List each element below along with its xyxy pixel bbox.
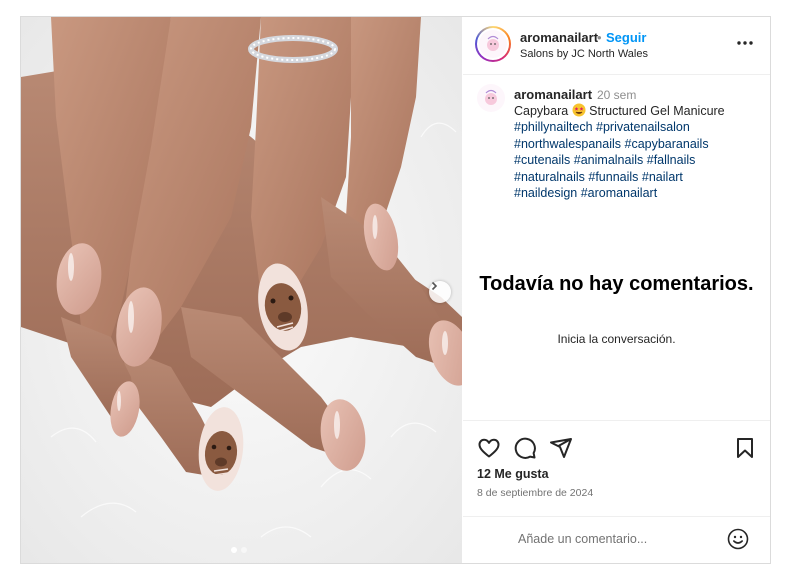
hashtag-link[interactable]: #naturalnails	[514, 170, 585, 184]
comment-bar	[463, 516, 770, 563]
location-link[interactable]: Salons by JC North Wales	[520, 48, 648, 60]
post-side-panel: aromanailart • Seguir Salons by JC North…	[463, 17, 770, 563]
hashtag-link[interactable]: #nailart	[642, 170, 683, 184]
likes-count[interactable]: 12 Me gusta	[477, 467, 549, 481]
paper-plane-icon[interactable]	[549, 436, 573, 460]
hashtag-line: #cutenails #animalnails #fallnails	[514, 152, 764, 169]
hashtag-link[interactable]: #naildesign	[514, 186, 577, 200]
hashtag-link[interactable]: #capybaranails	[625, 137, 709, 151]
logo-icon	[477, 84, 505, 112]
follow-button[interactable]: Seguir	[606, 30, 646, 45]
carousel-dot-active	[231, 547, 237, 553]
hashtag-line: #naildesign #aromanailart	[514, 185, 764, 202]
carousel-next-button[interactable]	[429, 281, 451, 303]
logo-icon	[479, 30, 507, 58]
star-struck-emoji-icon	[572, 103, 586, 117]
hashtag-link[interactable]: #animalnails	[574, 153, 643, 167]
manicure-photo	[21, 17, 462, 563]
no-comments-title: Todavía no hay comentarios.	[479, 273, 754, 295]
post-header: aromanailart • Seguir Salons by JC North…	[463, 17, 770, 75]
comment-bubble-icon[interactable]	[513, 436, 537, 460]
hashtag-line: #naturalnails #funnails #nailart	[514, 169, 764, 186]
bookmark-icon[interactable]	[733, 436, 757, 460]
hashtag-link[interactable]: #cutenails	[514, 153, 570, 167]
post-date[interactable]: 8 de septiembre de 2024	[477, 487, 593, 499]
hashtag-link[interactable]: #fallnails	[647, 153, 696, 167]
caption-text-end: Structured Gel Manicure	[585, 104, 725, 118]
header-separator: •	[597, 30, 602, 45]
chevron-right-icon	[431, 281, 438, 291]
hashtag-link[interactable]: #aromanailart	[581, 186, 657, 200]
carousel-indicator	[231, 547, 247, 553]
hashtag-link[interactable]: #privatenailsalon	[596, 120, 690, 134]
avatar[interactable]	[475, 26, 511, 62]
comment-input[interactable]	[518, 529, 718, 549]
hashtag-list: #phillynailtech #privatenailsalon #north…	[514, 119, 764, 202]
no-comments-subtitle: Inicia la conversación.	[557, 332, 676, 346]
carousel-dot	[241, 547, 247, 553]
caption-text-start: Capybara	[514, 104, 572, 118]
more-horizontal-icon[interactable]	[735, 35, 755, 51]
hashtag-line: #phillynailtech #privatenailsalon	[514, 119, 764, 136]
hashtag-link[interactable]: #northwalespanails	[514, 137, 621, 151]
emoji-smile-icon[interactable]	[726, 527, 750, 551]
post-dialog: aromanailart • Seguir Salons by JC North…	[20, 16, 771, 564]
caption-username[interactable]: aromanailart	[514, 87, 592, 102]
header-username[interactable]: aromanailart	[520, 30, 598, 45]
hashtag-link[interactable]: #phillynailtech	[514, 120, 593, 134]
caption-avatar[interactable]	[477, 84, 505, 112]
caption-timestamp[interactable]: 20 sem	[597, 88, 636, 102]
caption-text: Capybara Structured Gel Manicure	[514, 103, 764, 120]
post-photo[interactable]	[21, 17, 462, 563]
heart-icon[interactable]	[477, 436, 501, 460]
hashtag-line: #northwalespanails #capybaranails	[514, 136, 764, 153]
hashtag-link[interactable]: #funnails	[588, 170, 638, 184]
